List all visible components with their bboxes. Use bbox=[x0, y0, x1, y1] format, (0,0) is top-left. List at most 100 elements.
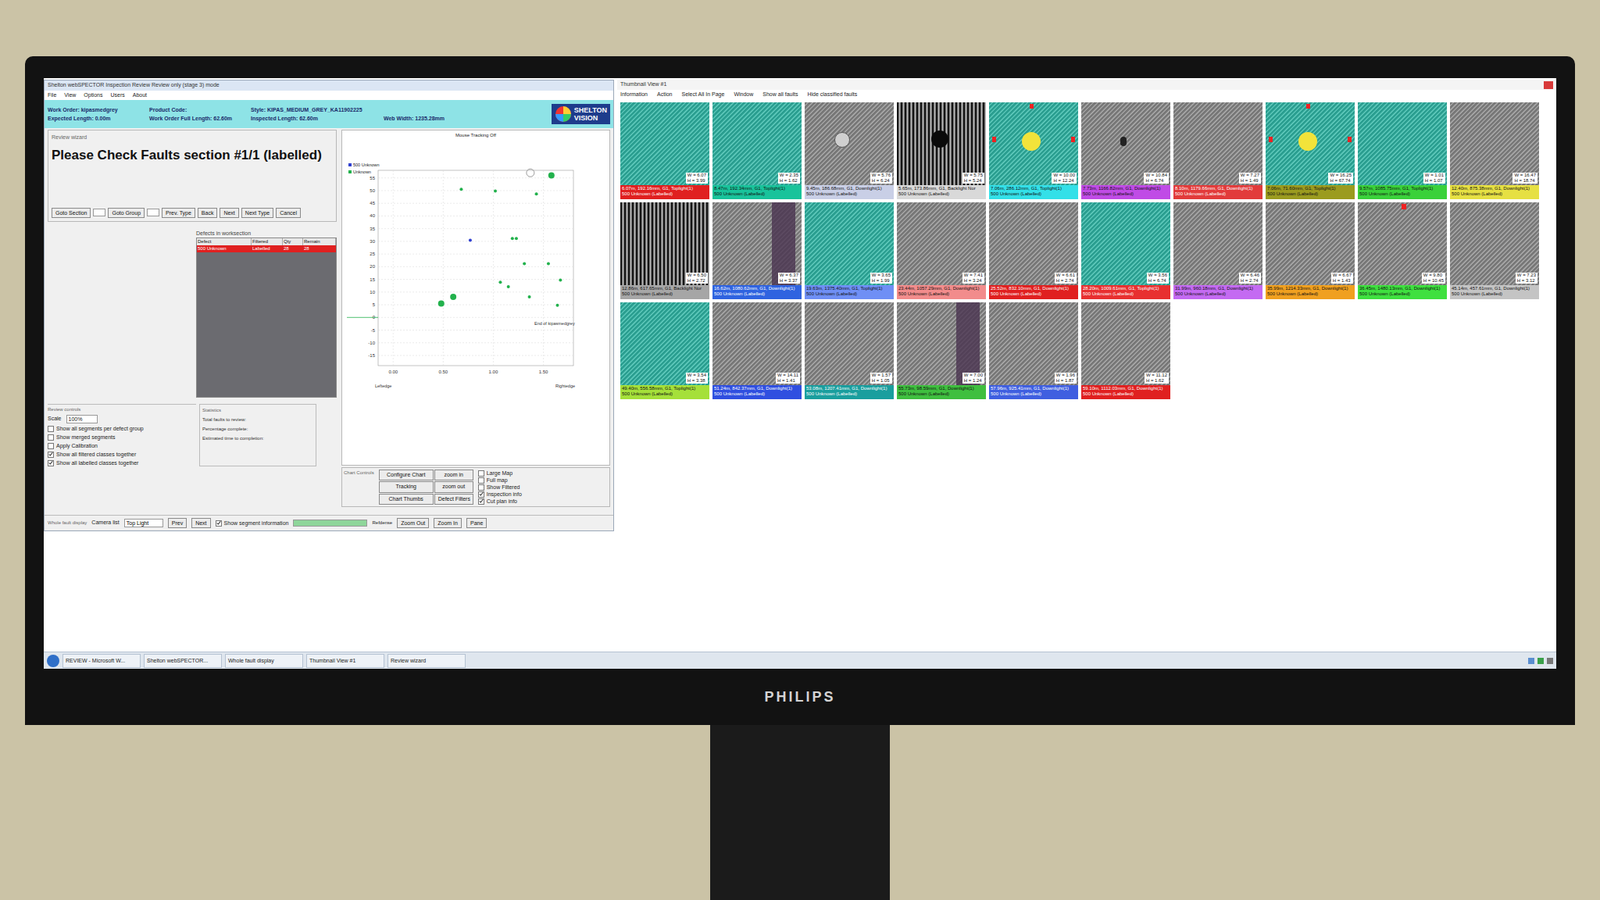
checkbox[interactable] bbox=[478, 491, 485, 498]
thumbnail[interactable]: W = 6.37H = 3.3716.62m, 1080.62mm, G1, D… bbox=[712, 202, 802, 300]
checkbox-row[interactable]: Full map bbox=[478, 476, 522, 484]
checkbox-row[interactable]: Show all labelled classes together bbox=[47, 459, 197, 467]
button[interactable]: Next bbox=[219, 207, 239, 218]
button[interactable]: Prev. Type bbox=[161, 207, 196, 218]
checkbox-row[interactable]: Show all segments per defect group bbox=[47, 425, 197, 433]
thumbnail[interactable]: W = 11.12H = 1.6259.10m, 1112.03mm, G1, … bbox=[1081, 302, 1171, 400]
checkbox[interactable] bbox=[47, 451, 54, 458]
taskbar-item[interactable]: Thumbnail View #1 bbox=[306, 653, 385, 668]
thumbnail[interactable]: W = 7.41H = 3.2423.44m, 1057.29mm, G1, D… bbox=[896, 202, 986, 300]
checkbox[interactable] bbox=[47, 434, 54, 441]
menu-item[interactable]: Information bbox=[620, 89, 648, 100]
column-header[interactable]: Qty bbox=[282, 238, 304, 246]
chart-point[interactable] bbox=[507, 285, 511, 289]
taskbar-item[interactable]: REVIEW - Microsoft W... bbox=[62, 653, 141, 668]
checkbox[interactable] bbox=[478, 477, 485, 484]
thumbnail[interactable]: W = 7.27H = 1.498.10m, 1179.66mm, G1, Do… bbox=[1173, 102, 1263, 200]
thumbnail[interactable]: W = 16.47H = 18.7412.40m, 875.38mm, G1, … bbox=[1450, 102, 1540, 200]
tray-icon[interactable] bbox=[1537, 657, 1544, 665]
chart-point[interactable] bbox=[522, 261, 526, 265]
button[interactable]: zoom out bbox=[434, 481, 474, 493]
taskbar-item[interactable]: Whole fault display bbox=[225, 653, 304, 668]
thumbnail[interactable]: W = 3.54H = 3.3849.40m, 556.58mm, G1, To… bbox=[620, 302, 710, 400]
thumbnail[interactable]: W = 3.56H = 6.7428.20m, 1009.61mm, G1, T… bbox=[1081, 202, 1171, 300]
chart-point[interactable] bbox=[459, 187, 463, 191]
checkbox[interactable] bbox=[47, 442, 54, 450]
menu-item[interactable]: File bbox=[47, 90, 57, 100]
chart-point[interactable] bbox=[498, 280, 502, 284]
start-button[interactable] bbox=[46, 654, 60, 668]
thumbnail[interactable]: W = 6.67H = 1.4335.99m, 1214.33mm, G1, D… bbox=[1265, 202, 1355, 300]
menu-item[interactable]: View bbox=[64, 90, 76, 100]
group-select[interactable] bbox=[146, 208, 160, 217]
checkbox-row[interactable]: Show Filtered bbox=[478, 483, 522, 491]
thumbnail[interactable]: W = 5.76H = 6.249.45m, 186.68mm, G1, Dow… bbox=[804, 102, 894, 200]
checkbox-row[interactable]: Large Map bbox=[478, 469, 522, 477]
chart-point[interactable] bbox=[438, 300, 445, 307]
button[interactable]: Goto Section bbox=[51, 207, 91, 218]
checkbox-row[interactable]: Show segment information bbox=[215, 519, 290, 527]
chart-point[interactable] bbox=[450, 293, 457, 300]
column-header[interactable]: Filtered bbox=[251, 238, 283, 246]
button[interactable]: Next bbox=[191, 517, 211, 529]
thumbnail[interactable]: W = 1.57H = 1.0553.08m, 1207.41mm, G1, D… bbox=[804, 302, 894, 400]
checkbox[interactable] bbox=[215, 520, 222, 527]
chart-point[interactable] bbox=[555, 303, 559, 308]
tray-icon[interactable] bbox=[1528, 657, 1535, 665]
thumbnail[interactable]: W = 10.84H = 6.747.73m, 1166.82mm, G1, D… bbox=[1081, 102, 1171, 200]
chart-point[interactable] bbox=[510, 236, 515, 240]
scatter-chart[interactable]: 5550454035302520151050-5-10-150.000.501.… bbox=[346, 139, 605, 397]
button[interactable]: zoom in bbox=[434, 469, 474, 481]
checkbox-row[interactable]: Cut plan info bbox=[478, 497, 522, 505]
button[interactable]: Goto Group bbox=[107, 207, 145, 218]
thumbnail[interactable]: W = 6.07H = 3.996.07m, 192.16mm, G1, Top… bbox=[620, 102, 710, 200]
column-header[interactable]: Remain bbox=[303, 238, 336, 246]
thumbnail[interactable]: W = 1.01H = 1.079.57m, 1085.75mm, G1, To… bbox=[1357, 102, 1447, 200]
button[interactable]: Prev bbox=[167, 517, 187, 529]
button[interactable]: Back bbox=[197, 207, 218, 218]
menu-item[interactable]: Show all faults bbox=[762, 89, 798, 100]
button[interactable]: Next Type bbox=[241, 207, 274, 218]
button[interactable]: Chart Thumbs bbox=[378, 493, 434, 505]
taskbar-item[interactable]: Shelton webSPECTOR... bbox=[143, 653, 222, 668]
menu-item[interactable]: Hide classified faults bbox=[807, 89, 858, 100]
menu-item[interactable]: Window bbox=[733, 89, 754, 100]
button[interactable]: Cancel bbox=[275, 207, 301, 218]
checkbox-row[interactable]: Inspection info bbox=[478, 490, 522, 498]
checkbox[interactable] bbox=[478, 470, 485, 477]
button[interactable]: Tracking bbox=[378, 481, 434, 493]
chart-point[interactable] bbox=[535, 192, 539, 196]
chart-point[interactable] bbox=[493, 189, 497, 193]
chart-point[interactable] bbox=[546, 261, 550, 265]
checkbox[interactable] bbox=[478, 498, 485, 505]
scale-select[interactable]: 100% bbox=[66, 414, 98, 424]
thumbnail[interactable]: W = 10.00H = 12.247.06m, 286.12mm, G1, T… bbox=[989, 102, 1079, 200]
button[interactable]: Configure Chart bbox=[378, 469, 434, 481]
group-select[interactable] bbox=[92, 208, 106, 217]
chart-point[interactable] bbox=[526, 168, 535, 177]
thumbnail[interactable]: W = 7.23H = 3.1245.14m, 457.61mm, G1, Do… bbox=[1450, 202, 1540, 300]
thumbnail[interactable]: W = 2.35H = 1.628.47m, 192.34mm, G1, Top… bbox=[712, 102, 802, 200]
thumbnail[interactable]: W = 16.25H = 67.747.06m, 71.60mm, G1, To… bbox=[1265, 102, 1355, 200]
tray-icon[interactable] bbox=[1546, 657, 1554, 665]
checkbox[interactable] bbox=[47, 460, 54, 467]
thumbnail[interactable]: W = 3.65H = 1.9919.63m, 1375.40mm, G1, T… bbox=[804, 202, 894, 300]
checkbox-row[interactable]: Show all filtered classes together bbox=[47, 450, 197, 458]
taskbar-item[interactable]: Review wizard bbox=[387, 653, 466, 668]
thumbnail[interactable]: W = 6.61H = 2.7425.52m, 832.10mm, G1, Do… bbox=[989, 202, 1079, 300]
table-row[interactable]: 500 UnknownLabelled2828 bbox=[196, 245, 336, 253]
checkbox[interactable] bbox=[478, 484, 485, 491]
thumbnail[interactable]: W = 6.50H = 2.7212.86m, 617.65mm, G1, Ba… bbox=[620, 202, 710, 300]
checkbox[interactable] bbox=[47, 425, 54, 433]
thumbnail[interactable]: W = 5.75H = 5.245.65m, 173.86mm, G1, Bac… bbox=[896, 102, 986, 200]
button[interactable]: Pane bbox=[466, 517, 487, 529]
thumbnail[interactable]: W = 6.46H = 2.7431.99m, 960.18mm, G1, Do… bbox=[1173, 202, 1263, 300]
thumbnail[interactable]: W = 7.00H = 1.2455.73m, 98.59mm, G1, Dow… bbox=[896, 302, 986, 400]
menu-item[interactable]: Action bbox=[657, 89, 672, 100]
thumbnail[interactable]: W = 9.80H = 10.4536.45m, 1480.13mm, G1, … bbox=[1357, 202, 1447, 300]
close-button[interactable] bbox=[1543, 81, 1554, 90]
chart-point[interactable] bbox=[468, 239, 472, 243]
menu-item[interactable]: About bbox=[132, 90, 147, 100]
thumbnail[interactable]: W = 1.96H = 1.8757.96m, 925.41mm, G1, Do… bbox=[989, 302, 1079, 400]
thumbnail[interactable]: W = 14.11H = 1.4151.24m, 842.37mm, G1, D… bbox=[712, 302, 802, 400]
